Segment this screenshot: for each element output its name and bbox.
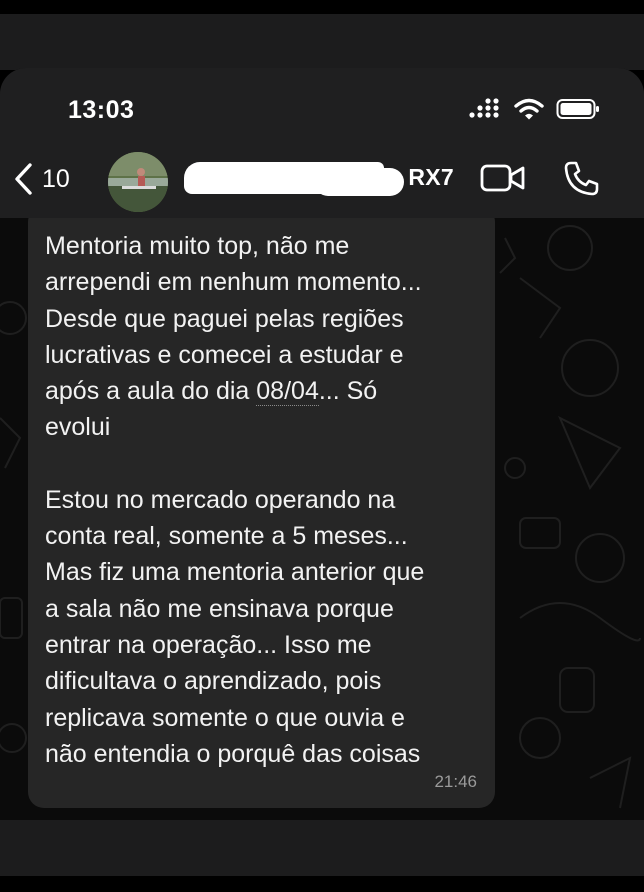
date-link[interactable]: 08/04 bbox=[256, 377, 319, 407]
bottom-band bbox=[0, 820, 644, 876]
signal-icon bbox=[469, 98, 499, 118]
phone-icon bbox=[564, 161, 599, 196]
redaction-mark-2 bbox=[314, 168, 404, 196]
message-bubble[interactable]: Mentoria muito top, não me arrependi em … bbox=[28, 218, 495, 808]
screenshot-frame: 13:03 10 RX7 Mentoria muito top, não me … bbox=[0, 0, 644, 892]
status-icons bbox=[468, 98, 600, 120]
wifi-icon bbox=[514, 98, 544, 120]
video-call-icon bbox=[480, 164, 525, 192]
status-time: 13:03 bbox=[68, 96, 135, 124]
message-timestamp: 21:46 bbox=[434, 772, 477, 791]
video-call-button[interactable] bbox=[480, 162, 526, 199]
message-paragraph-1: Mentoria muito top, não me arrependi em … bbox=[45, 228, 477, 446]
chat-nav-row: 10 RX7 bbox=[0, 150, 644, 212]
chat-header: 13:03 10 RX7 bbox=[0, 68, 644, 218]
contact-avatar[interactable] bbox=[108, 152, 168, 212]
unread-count: 10 bbox=[42, 164, 70, 193]
chat-area[interactable]: Mentoria muito top, não me arrependi em … bbox=[0, 218, 644, 820]
voice-call-button[interactable] bbox=[562, 160, 600, 203]
message-paragraph-2: Estou no mercado operando na conta real,… bbox=[45, 485, 425, 768]
contact-name: RX7 bbox=[408, 164, 454, 190]
contact-name-area[interactable]: RX7 bbox=[184, 162, 454, 202]
battery-icon bbox=[556, 99, 599, 119]
chevron-left-icon bbox=[15, 163, 32, 195]
top-band bbox=[0, 14, 644, 70]
phone-screen: 13:03 10 RX7 Mentoria muito top, não me … bbox=[0, 68, 644, 820]
back-button[interactable]: 10 bbox=[12, 162, 70, 196]
